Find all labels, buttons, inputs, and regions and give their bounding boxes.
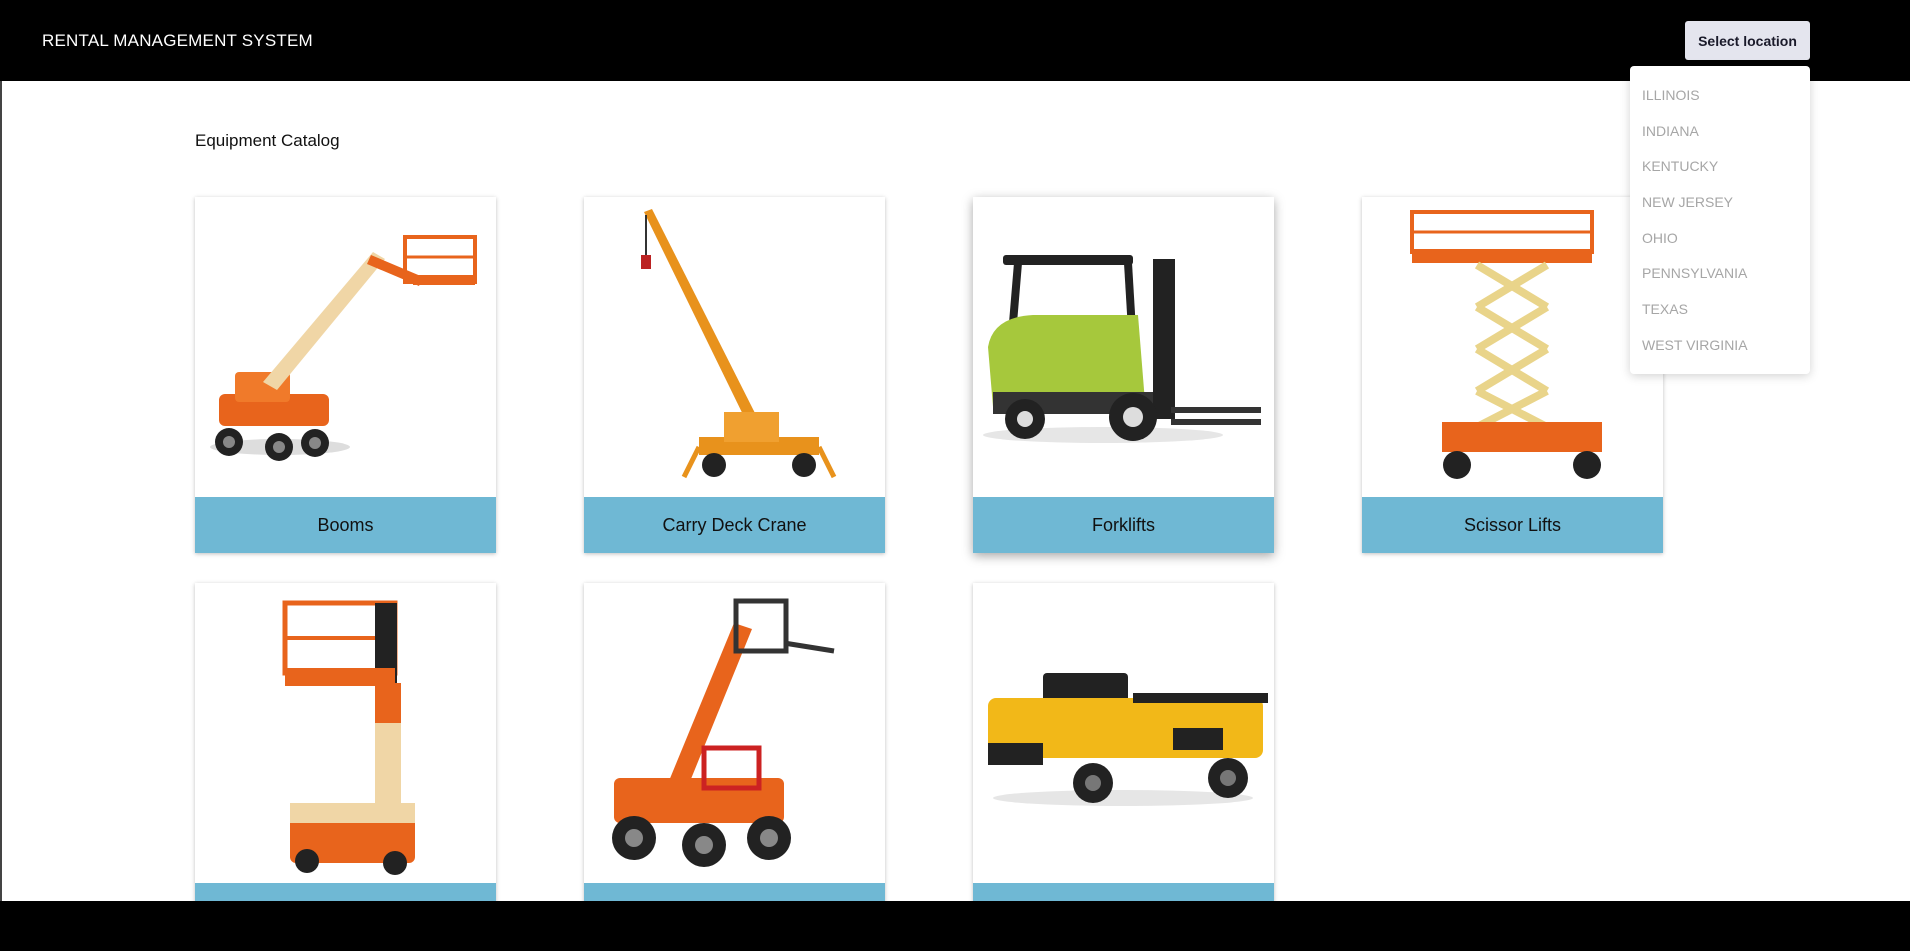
equipment-card-label bbox=[195, 883, 496, 901]
location-option-kentucky[interactable]: KENTUCKY bbox=[1630, 149, 1810, 185]
equipment-card-booms[interactable]: Booms bbox=[195, 197, 496, 553]
telehandler-image bbox=[584, 583, 885, 883]
page-title: Equipment Catalog bbox=[195, 131, 340, 150]
location-option-texas[interactable]: TEXAS bbox=[1630, 292, 1810, 328]
equipment-card-utility-vehicle[interactable] bbox=[973, 583, 1274, 901]
app-title: RENTAL MANAGEMENT SYSTEM bbox=[42, 31, 313, 50]
top-navbar: RENTAL MANAGEMENT SYSTEM Select location bbox=[0, 0, 1910, 81]
utility-vehicle-image bbox=[973, 583, 1274, 883]
location-option-illinois[interactable]: ILLINOIS bbox=[1630, 78, 1810, 114]
equipment-card-label bbox=[973, 883, 1274, 901]
equipment-card-label: Booms bbox=[195, 497, 496, 553]
scissor-lift-image bbox=[1362, 197, 1663, 497]
select-location-button[interactable]: Select location bbox=[1685, 21, 1810, 60]
equipment-card-label: Scissor Lifts bbox=[1362, 497, 1663, 553]
vertical-mast-lift-image bbox=[195, 583, 496, 883]
carry-deck-crane-image bbox=[584, 197, 885, 497]
equipment-card-label bbox=[584, 883, 885, 901]
location-option-west-virginia[interactable]: WEST VIRGINIA bbox=[1630, 328, 1810, 364]
location-dropdown-menu: ILLINOIS INDIANA KENTUCKY NEW JERSEY OHI… bbox=[1630, 66, 1810, 374]
footer-bar bbox=[0, 901, 1910, 951]
equipment-card-carry-deck-crane[interactable]: Carry Deck Crane bbox=[584, 197, 885, 553]
location-option-ohio[interactable]: OHIO bbox=[1630, 221, 1810, 257]
equipment-card-label: Carry Deck Crane bbox=[584, 497, 885, 553]
main-content: Equipment Catalog Booms Carry Deck Crane… bbox=[0, 81, 1910, 901]
location-option-pennsylvania[interactable]: PENNSYLVANIA bbox=[1630, 256, 1810, 292]
equipment-card-forklifts[interactable]: Forklifts bbox=[973, 197, 1274, 553]
boom-lift-image bbox=[195, 197, 496, 497]
location-option-indiana[interactable]: INDIANA bbox=[1630, 114, 1810, 150]
location-option-new-jersey[interactable]: NEW JERSEY bbox=[1630, 185, 1810, 221]
equipment-card-vertical-mast-lift[interactable] bbox=[195, 583, 496, 901]
equipment-card-label: Forklifts bbox=[973, 497, 1274, 553]
forklift-image bbox=[973, 197, 1274, 497]
equipment-card-scissor-lifts[interactable]: Scissor Lifts bbox=[1362, 197, 1663, 553]
equipment-card-telehandler[interactable] bbox=[584, 583, 885, 901]
